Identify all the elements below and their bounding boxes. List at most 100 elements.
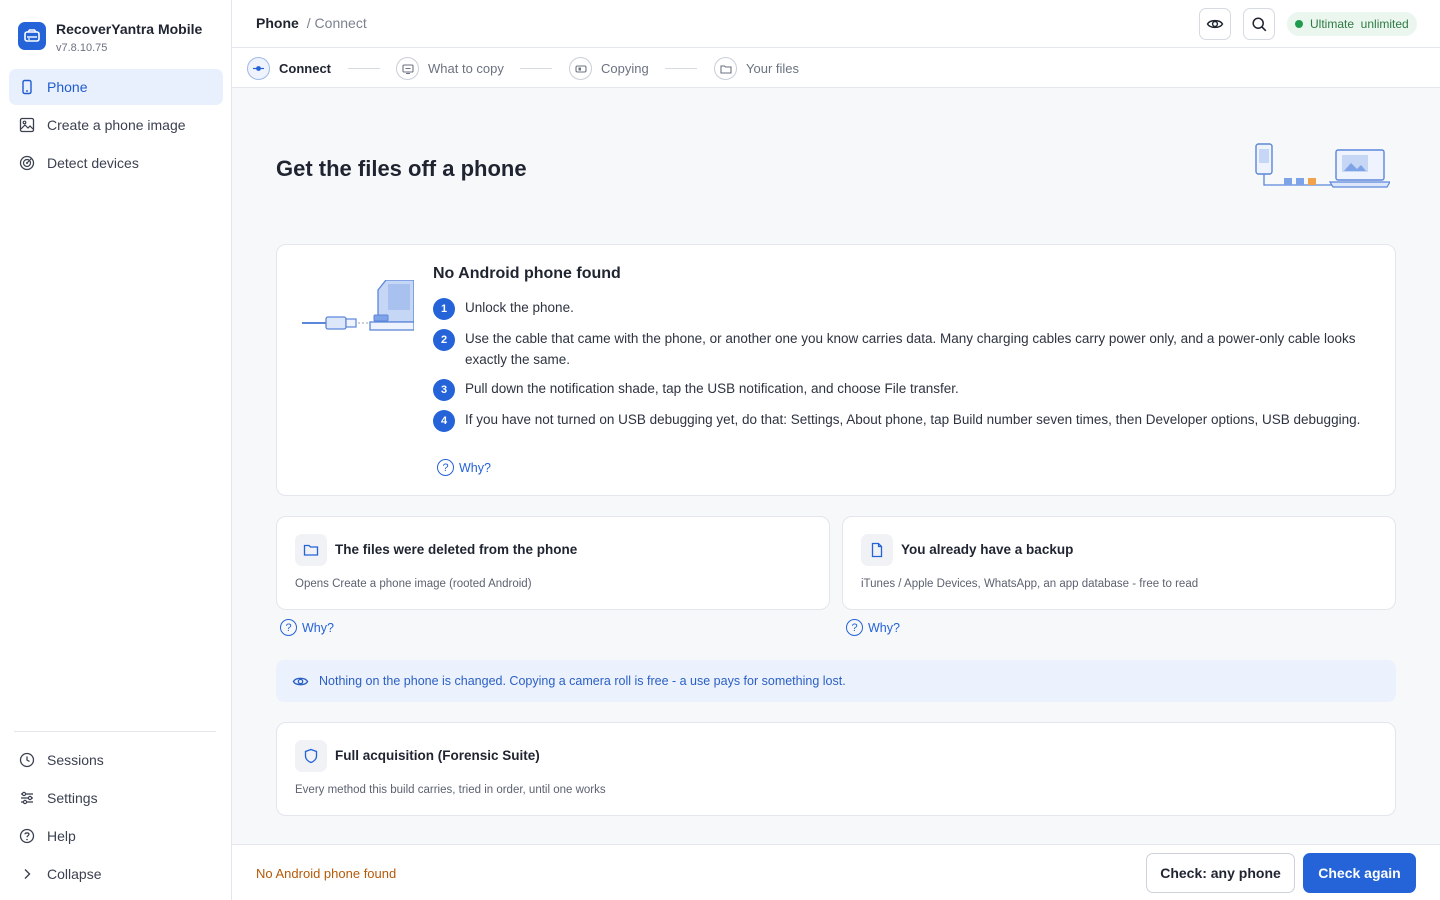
question-icon: ?	[846, 619, 863, 636]
sidebar: RecoverYantra Mobile v7.8.10.75 Phone Cr…	[0, 0, 232, 900]
sidebar-item-create-phone-image[interactable]: Create a phone image	[9, 107, 223, 143]
sidebar-item-label: Create a phone image	[47, 117, 186, 133]
question-icon: ?	[437, 459, 454, 476]
deleted-files-option-card[interactable]: The files were deleted from the phone Op…	[276, 516, 830, 610]
step-label: What to copy	[428, 61, 504, 76]
clock-icon	[19, 752, 35, 768]
sidebar-item-sessions[interactable]: Sessions	[9, 742, 223, 778]
breadcrumb-main[interactable]: Phone	[256, 15, 299, 31]
folder-icon	[295, 534, 327, 566]
top-bar: Phone / Connect Ultimate unlimited	[232, 0, 1440, 48]
sidebar-item-phone[interactable]: Phone	[9, 69, 223, 105]
step-copying[interactable]: Copying	[569, 57, 649, 80]
why-link[interactable]: ? Why?	[280, 619, 334, 636]
sidebar-nav: Phone Create a phone image Detect device…	[9, 69, 223, 183]
main-content: Get the files off a phone No Android pho…	[232, 88, 1440, 844]
eye-icon	[292, 677, 309, 685]
sidebar-item-label: Detect devices	[47, 155, 139, 171]
step-connector	[665, 68, 697, 69]
option-title: Full acquisition (Forensic Suite)	[335, 748, 540, 763]
sidebar-bottom-nav: Sessions Settings Help Collapse	[9, 742, 223, 894]
sidebar-item-label: Sessions	[47, 752, 104, 768]
breadcrumb: Phone / Connect	[256, 15, 367, 31]
option-title: You already have a backup	[901, 542, 1074, 557]
option-subtitle: iTunes / Apple Devices, WhatsApp, an app…	[861, 578, 1199, 590]
phone-to-laptop-illustration	[1255, 143, 1390, 188]
file-icon	[861, 534, 893, 566]
question-icon: ?	[280, 619, 297, 636]
list-item: 4 If you have not turned on USB debuggin…	[433, 409, 1363, 432]
step-label: Connect	[279, 61, 331, 76]
folder-step-icon	[714, 57, 737, 80]
check-again-button[interactable]: Check again	[1303, 853, 1416, 893]
breadcrumb-current: / Connect	[306, 15, 367, 31]
info-text: Nothing on the phone is changed. Copying…	[319, 674, 846, 688]
instruction-text: Unlock the phone.	[465, 300, 574, 315]
step-what-to-copy[interactable]: What to copy	[396, 57, 504, 80]
chevron-right-icon	[24, 869, 31, 879]
sidebar-item-label: Help	[47, 828, 76, 844]
option-subtitle: Every method this build carries, tried i…	[295, 784, 606, 796]
option-subtitle: Opens Create a phone image (rooted Andro…	[295, 578, 532, 590]
footer-status-text: No Android phone found	[256, 866, 397, 881]
why-link[interactable]: ? Why?	[846, 619, 900, 636]
step-connector	[520, 68, 552, 69]
footer-bar: No Android phone found Check: any phone …	[232, 844, 1440, 900]
why-label: Why?	[302, 620, 334, 635]
why-label: Why?	[459, 460, 491, 475]
connect-step-icon	[247, 57, 270, 80]
step-connector	[348, 68, 380, 69]
status-dot-icon	[1295, 20, 1303, 28]
why-label: Why?	[868, 620, 900, 635]
stepper: Connect What to copy Copying Your files	[232, 48, 1440, 88]
step-number-badge: 3	[433, 379, 455, 401]
search-button[interactable]	[1243, 8, 1275, 40]
sidebar-item-collapse[interactable]: Collapse	[9, 856, 223, 892]
plan-badge-label: Ultimate unlimited	[1310, 17, 1409, 31]
app-version: v7.8.10.75	[56, 42, 108, 54]
step-your-files[interactable]: Your files	[714, 57, 799, 80]
instruction-list: 1 Unlock the phone. 2 Use the cable that…	[433, 297, 1363, 440]
instruction-text: If you have not turned on USB debugging …	[465, 412, 1361, 427]
page-title: Get the files off a phone	[276, 156, 527, 181]
app-name: RecoverYantra Mobile	[56, 21, 203, 37]
step-number-badge: 4	[433, 410, 455, 432]
usb-cable-laptop-illustration	[302, 280, 414, 331]
list-item: 2 Use the cable that came with the phone…	[433, 328, 1363, 370]
sidebar-divider	[14, 731, 216, 732]
radar-icon	[19, 155, 35, 171]
sliders-icon	[21, 791, 33, 805]
instruction-text: Pull down the notification shade, tap th…	[465, 381, 959, 396]
sidebar-item-label: Collapse	[47, 866, 102, 882]
check-any-phone-button[interactable]: Check: any phone	[1146, 853, 1295, 893]
forensic-suite-card[interactable]: Full acquisition (Forensic Suite) Every …	[276, 722, 1396, 816]
copy-step-icon	[569, 57, 592, 80]
phone-icon	[22, 79, 32, 95]
why-link[interactable]: ? Why?	[437, 459, 491, 476]
step-connect[interactable]: Connect	[247, 57, 331, 80]
step-label: Copying	[601, 61, 649, 76]
option-title: The files were deleted from the phone	[335, 542, 578, 557]
step-number-badge: 2	[433, 329, 455, 351]
app-logo-icon	[18, 22, 46, 50]
sidebar-item-label: Phone	[47, 79, 88, 95]
existing-backup-option-card[interactable]: You already have a backup iTunes / Apple…	[842, 516, 1396, 610]
sidebar-item-help[interactable]: Help	[9, 818, 223, 854]
list-item: 1 Unlock the phone.	[433, 297, 1363, 320]
image-icon	[19, 117, 35, 133]
monitor-step-icon	[396, 57, 419, 80]
instruction-text: Use the cable that came with the phone, …	[465, 331, 1356, 367]
search-icon	[1251, 16, 1266, 31]
eye-icon	[1206, 19, 1224, 29]
shield-icon	[295, 740, 327, 772]
preview-button[interactable]	[1199, 8, 1231, 40]
sidebar-item-detect-devices[interactable]: Detect devices	[9, 145, 223, 181]
status-title: No Android phone found	[433, 265, 621, 282]
plan-badge: Ultimate unlimited	[1287, 12, 1417, 36]
brand: RecoverYantra Mobile v7.8.10.75	[18, 21, 203, 56]
sidebar-item-settings[interactable]: Settings	[9, 780, 223, 816]
step-number-badge: 1	[433, 298, 455, 320]
connection-status-card: No Android phone found 1 Unlock the phon…	[276, 244, 1396, 496]
info-banner: Nothing on the phone is changed. Copying…	[276, 660, 1396, 702]
list-item: 3 Pull down the notification shade, tap …	[433, 378, 1363, 401]
